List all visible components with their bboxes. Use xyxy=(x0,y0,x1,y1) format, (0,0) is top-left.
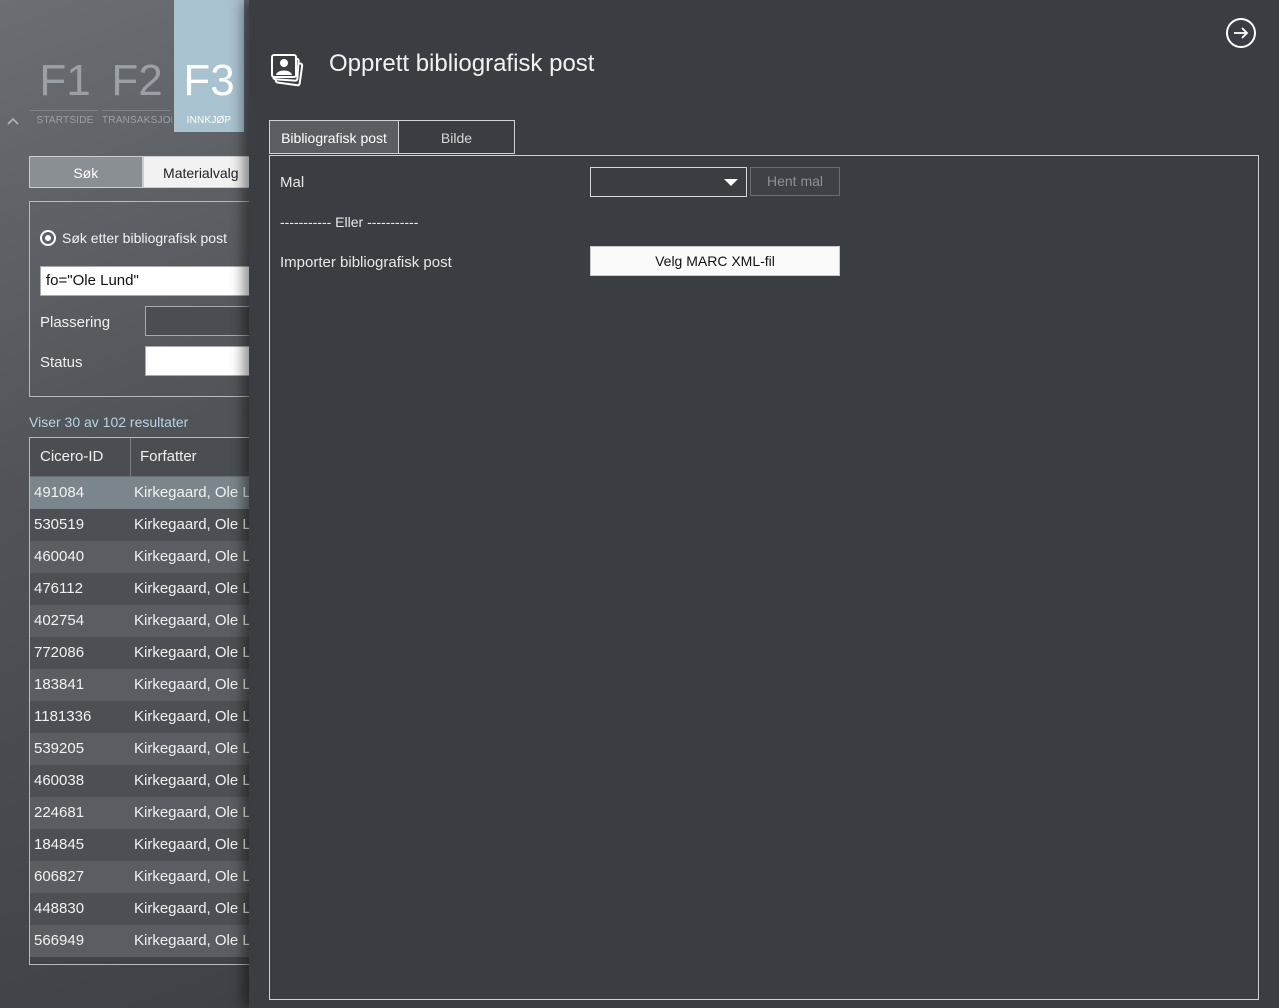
panel-title: Opprett bibliografisk post xyxy=(329,50,595,77)
table-row[interactable]: 224681 Kirkegaard, Ole Lund xyxy=(30,797,249,829)
status-label: Status xyxy=(40,354,83,371)
cell-author: Kirkegaard, Ole Lund xyxy=(134,868,249,885)
search-form: Søk etter bibliografisk post fo="Ole Lun… xyxy=(29,201,249,397)
table-row[interactable]: 606827 Kirkegaard, Ole Lund xyxy=(30,861,249,893)
cell-cicero-id: 460040 xyxy=(34,548,85,565)
cell-cicero-id: 183841 xyxy=(34,676,85,693)
cell-author: Kirkegaard, Ole Lund xyxy=(134,548,249,565)
arrow-right-icon xyxy=(1234,27,1249,39)
cell-author: Kirkegaard, Ole Lund xyxy=(134,932,249,949)
fkey-underline xyxy=(102,110,170,111)
chevron-up-icon[interactable] xyxy=(7,114,19,128)
choose-marc-file-button[interactable]: Velg MARC XML-fil xyxy=(590,246,840,276)
cell-cicero-id: 460038 xyxy=(34,772,85,789)
table-row[interactable]: 566949 Kirkegaard, Ole Lund xyxy=(30,925,249,957)
fkey-f1-label: STARTSIDE xyxy=(36,115,94,126)
status-input[interactable] xyxy=(145,346,249,376)
cell-cicero-id: 184845 xyxy=(34,836,85,853)
radio-label: Søk etter bibliografisk post xyxy=(62,230,227,246)
results-table: Cicero-ID Forfatter 491084 Kirkegaard, Ol… xyxy=(29,437,249,965)
cell-author: Kirkegaard, Ole Lund xyxy=(134,644,249,661)
tab-content: Mal Hent mal ----------- Eller ---------… xyxy=(269,155,1259,1000)
table-row[interactable]: 448830 Kirkegaard, Ole Lund xyxy=(30,893,249,925)
location-input[interactable] xyxy=(145,306,249,336)
tab-search[interactable]: Søk xyxy=(29,156,143,188)
cell-cicero-id: 448830 xyxy=(34,900,85,917)
cell-author: Kirkegaard, Ole Lund xyxy=(134,612,249,629)
cell-cicero-id: 606827 xyxy=(34,868,85,885)
cell-cicero-id: 530519 xyxy=(34,516,85,533)
panel-tabs: Bibliografisk post Bilde xyxy=(269,120,515,154)
fkey-f3-label: INNKJØP xyxy=(186,115,232,126)
table-row[interactable]: 772086 Kirkegaard, Ole Lund xyxy=(30,637,249,669)
table-row[interactable]: 491084 Kirkegaard, Ole Lund xyxy=(30,477,249,509)
table-row[interactable]: 184845 Kirkegaard, Ole Lund xyxy=(30,829,249,861)
close-panel-button[interactable] xyxy=(1226,18,1256,48)
table-row[interactable]: 476112 Kirkegaard, Ole Lund xyxy=(30,573,249,605)
template-label: Mal xyxy=(280,174,305,191)
tab-image[interactable]: Bilde xyxy=(398,120,515,154)
cell-cicero-id: 566949 xyxy=(34,932,85,949)
or-divider: ----------- Eller ----------- xyxy=(280,214,419,230)
cell-author: Kirkegaard, Ole Lund xyxy=(134,484,249,501)
cell-author: Kirkegaard, Ole Lund xyxy=(134,676,249,693)
fkey-f2-key: F2 xyxy=(111,56,163,105)
cell-cicero-id: 402754 xyxy=(34,612,85,629)
background-app: F1 STARTSIDE F2 TRANSAKSJONER F3 INNKJØP… xyxy=(0,0,249,1008)
cell-cicero-id: 1181336 xyxy=(34,708,92,725)
search-bib-radio-row[interactable]: Søk etter bibliografisk post xyxy=(40,230,227,246)
fkey-f2[interactable]: F2 TRANSAKSJONER xyxy=(102,0,172,132)
fkey-f1-key: F1 xyxy=(39,56,91,105)
fkey-underline xyxy=(30,110,98,111)
create-bib-record-panel: Opprett bibliografisk post Bibliografisk… xyxy=(249,0,1279,1008)
fkey-f2-label: TRANSAKSJONER xyxy=(102,115,172,126)
cell-author: Kirkegaard, Ole Lund xyxy=(134,836,249,853)
tab-material[interactable]: Materialvalg xyxy=(142,156,249,188)
cell-author: Kirkegaard, Ole Lund xyxy=(134,900,249,917)
table-row[interactable]: 460040 Kirkegaard, Ole Lund xyxy=(30,541,249,573)
radio-button[interactable] xyxy=(40,230,56,246)
search-tabs: Søk Materialvalg xyxy=(29,156,249,190)
table-row[interactable]: 460038 Kirkegaard, Ole Lund xyxy=(30,765,249,797)
photos-icon xyxy=(271,52,307,93)
import-label: Importer bibliografisk post xyxy=(280,254,452,271)
cell-cicero-id: 539205 xyxy=(34,740,85,757)
fkey-f3[interactable]: F3 INNKJØP xyxy=(174,0,244,132)
caret-down-icon xyxy=(724,179,738,186)
template-select[interactable] xyxy=(590,167,747,197)
fkey-f1[interactable]: F1 STARTSIDE xyxy=(30,0,100,132)
table-row[interactable]: 530519 Kirkegaard, Ole Lund xyxy=(30,509,249,541)
function-key-bar: F1 STARTSIDE F2 TRANSAKSJONER F3 INNKJØP xyxy=(0,0,249,132)
fkey-f3-key: F3 xyxy=(183,56,235,105)
table-header: Cicero-ID Forfatter xyxy=(30,438,249,477)
table-body: 491084 Kirkegaard, Ole Lund 530519 Kirkegaa… xyxy=(30,477,249,957)
cell-author: Kirkegaard, Ole Lund xyxy=(134,772,249,789)
table-row[interactable]: 402754 Kirkegaard, Ole Lund xyxy=(30,605,249,637)
column-header-cicero-id[interactable]: Cicero-ID xyxy=(40,448,103,465)
cell-author: Kirkegaard, Ole Lund xyxy=(134,516,249,533)
table-row[interactable]: 539205 Kirkegaard, Ole Lund xyxy=(30,733,249,765)
column-header-author[interactable]: Forfatter xyxy=(140,448,197,465)
cell-cicero-id: 491084 xyxy=(34,484,85,501)
cell-author: Kirkegaard, Ole Lund xyxy=(134,804,249,821)
column-separator xyxy=(130,438,131,476)
cell-author: Kirkegaard, Ole Lund xyxy=(134,580,249,597)
location-label: Plassering xyxy=(40,314,111,331)
fetch-template-button[interactable]: Hent mal xyxy=(750,167,840,196)
result-count: Viser 30 av 102 resultater xyxy=(29,414,189,430)
cell-author: Kirkegaard, Ole Lund xyxy=(134,708,249,725)
cell-author: Kirkegaard, Ole Lund xyxy=(134,740,249,757)
tab-bibliographic-record[interactable]: Bibliografisk post xyxy=(269,120,399,154)
table-row[interactable]: 1181336 Kirkegaard, Ole Lund xyxy=(30,701,249,733)
cell-cicero-id: 224681 xyxy=(34,804,85,821)
search-query-input[interactable]: fo="Ole Lund" xyxy=(40,266,249,296)
table-row[interactable]: 183841 Kirkegaard, Ole Lund xyxy=(30,669,249,701)
cell-cicero-id: 772086 xyxy=(34,644,85,661)
cell-cicero-id: 476112 xyxy=(34,580,83,597)
